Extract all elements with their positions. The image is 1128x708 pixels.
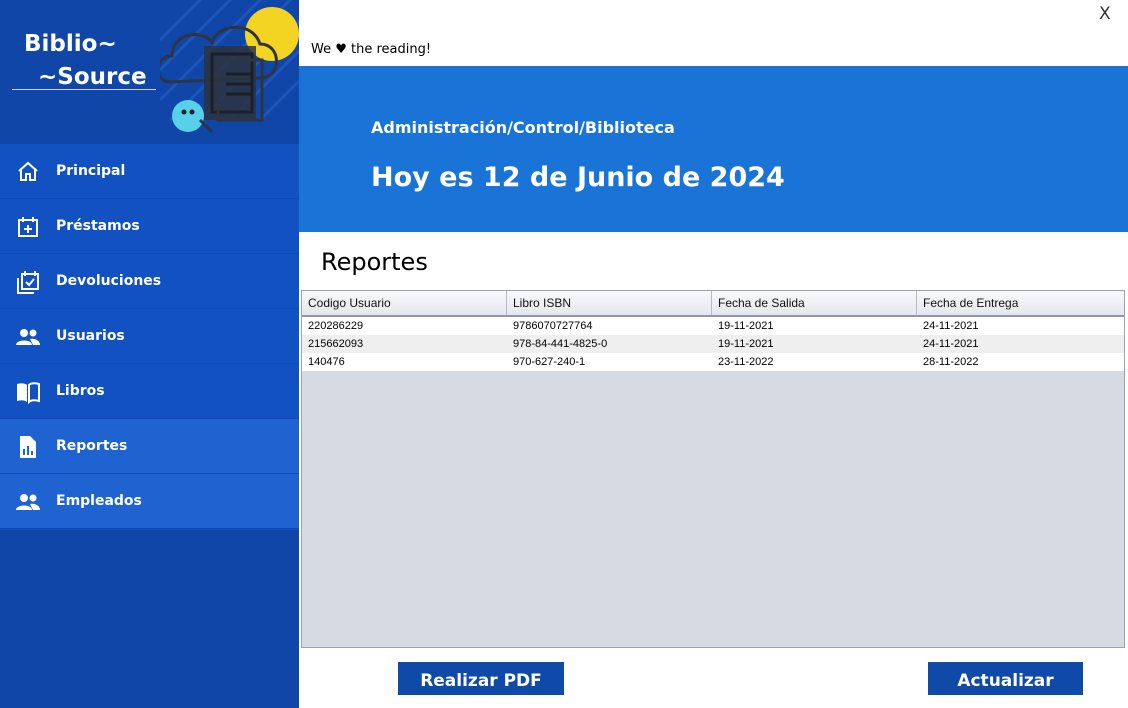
sidebar-item-devoluciones[interactable]: Devoluciones	[0, 254, 299, 309]
table-cell: 220286229	[308, 320, 364, 332]
sidebar-item-libros[interactable]: Libros	[0, 364, 299, 419]
calendar-plus-icon	[18, 217, 38, 237]
table-cell: 970-627-240-1	[513, 356, 586, 368]
table-cell: 9786070727764	[513, 320, 593, 332]
table-cell: 24-11-2021	[923, 338, 979, 350]
table-cell: 215662093	[308, 338, 364, 350]
logo: Biblio~ ~Source	[0, 0, 299, 144]
report-icon	[20, 436, 36, 458]
column-header-fecha-salida[interactable]: Fecha de Salida	[712, 291, 917, 315]
table-header: Codigo Usuario Libro ISBN Fecha de Salid…	[302, 291, 1124, 317]
sidebar-item-label: Principal	[56, 163, 126, 179]
sidebar-item-label: Usuarios	[56, 328, 125, 344]
sidebar-item-label: Reportes	[56, 438, 128, 454]
column-header-fecha-entrega[interactable]: Fecha de Entrega	[917, 291, 1122, 315]
table-row[interactable]: 140476 970-627-240-1 23-11-2022 28-11-20…	[302, 353, 1124, 371]
users-icon	[16, 494, 40, 510]
sidebar-item-label: Empleados	[56, 493, 142, 509]
home-icon	[18, 161, 38, 181]
table-row[interactable]: 220286229 9786070727764 19-11-2021 24-11…	[302, 317, 1124, 335]
table-body: 220286229 9786070727764 19-11-2021 24-11…	[302, 317, 1124, 371]
reports-table[interactable]: Codigo Usuario Libro ISBN Fecha de Salid…	[301, 290, 1125, 648]
table-cell: 978-84-441-4825-0	[513, 338, 608, 350]
breadcrumb: Administración/Control/Biblioteca	[371, 118, 675, 137]
sidebar-item-principal[interactable]: Principal	[0, 144, 299, 199]
logo-underline	[12, 89, 156, 90]
column-header-libro-isbn[interactable]: Libro ISBN	[507, 291, 712, 315]
sidebar-item-prestamos[interactable]: Préstamos	[0, 199, 299, 254]
calendar-check-icon	[17, 271, 39, 294]
tagline: We ♥ the reading!	[311, 42, 432, 57]
sidebar-item-empleados[interactable]: Empleados	[0, 474, 299, 529]
logo-line-1: Biblio~	[24, 31, 117, 57]
sidebar-item-label: Devoluciones	[56, 273, 162, 289]
sidebar-item-label: Préstamos	[56, 218, 140, 234]
table-cell: 23-11-2022	[718, 356, 774, 368]
refresh-button[interactable]: Actualizar	[928, 662, 1083, 695]
column-header-codigo-usuario[interactable]: Codigo Usuario	[302, 291, 507, 315]
table-cell: 24-11-2021	[923, 320, 979, 332]
page-title: Reportes	[321, 248, 428, 276]
header-banner: Administración/Control/Biblioteca Hoy es…	[299, 66, 1128, 232]
users-icon	[16, 329, 40, 345]
sidebar: Biblio~ ~Source Principal Préstamos Devo…	[0, 0, 299, 708]
table-cell: 19-11-2021	[718, 338, 774, 350]
book-open-icon	[17, 382, 40, 404]
table-cell: 28-11-2022	[923, 356, 979, 368]
create-pdf-button[interactable]: Realizar PDF	[398, 662, 564, 695]
table-cell: 140476	[308, 356, 345, 368]
table-cell: 19-11-2021	[718, 320, 774, 332]
sidebar-item-label: Libros	[56, 383, 105, 399]
logo-text: Biblio~ ~Source	[24, 28, 147, 94]
sidebar-nav: Principal Préstamos Devoluciones Usuario…	[0, 144, 299, 529]
date-title: Hoy es 12 de Junio de 2024	[371, 162, 785, 193]
cloud-document-logo-icon	[160, 0, 299, 134]
sidebar-item-reportes[interactable]: Reportes	[0, 419, 299, 474]
sidebar-footer	[0, 530, 299, 708]
sidebar-item-usuarios[interactable]: Usuarios	[0, 309, 299, 364]
table-row[interactable]: 215662093 978-84-441-4825-0 19-11-2021 2…	[302, 335, 1124, 353]
close-button[interactable]: X	[1099, 4, 1111, 24]
